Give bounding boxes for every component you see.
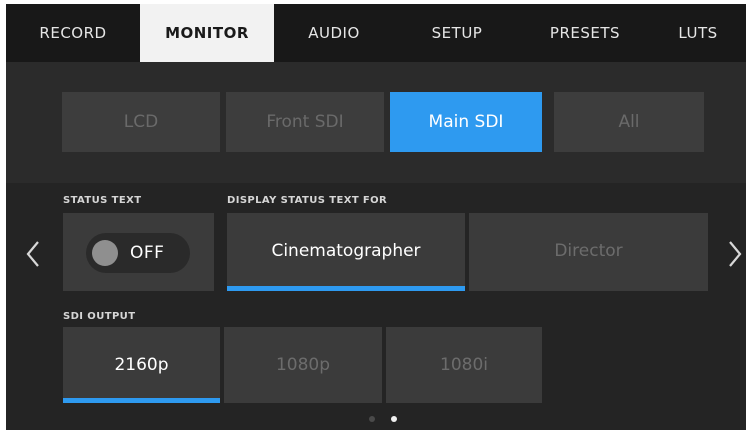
tab-record[interactable]: RECORD bbox=[6, 4, 140, 62]
status-text-control: OFF bbox=[63, 213, 214, 291]
camera-menu-screen: RECORD MONITOR AUDIO SETUP PRESETS LUTS … bbox=[6, 4, 746, 430]
output-all-button[interactable]: All bbox=[554, 92, 704, 152]
toggle-knob bbox=[92, 240, 118, 266]
tab-monitor[interactable]: MONITOR bbox=[140, 4, 274, 62]
display-status-text-for-label: DISPLAY STATUS TEXT FOR bbox=[227, 195, 388, 206]
chevron-left-icon[interactable] bbox=[24, 239, 42, 269]
tab-luts[interactable]: LUTS bbox=[650, 4, 746, 62]
output-lcd-button[interactable]: LCD bbox=[62, 92, 220, 152]
option-cinematographer-button[interactable]: Cinematographer bbox=[227, 213, 465, 291]
tab-audio[interactable]: AUDIO bbox=[274, 4, 394, 62]
page-dot-2[interactable] bbox=[391, 416, 397, 422]
toggle-state-label: OFF bbox=[130, 243, 165, 263]
sdi-1080p-button[interactable]: 1080p bbox=[224, 327, 382, 403]
selected-underline bbox=[63, 398, 220, 403]
tab-bar: RECORD MONITOR AUDIO SETUP PRESETS LUTS bbox=[6, 4, 746, 62]
tab-setup[interactable]: SETUP bbox=[394, 4, 520, 62]
settings-panel: STATUS TEXT OFF DISPLAY STATUS TEXT FOR … bbox=[6, 183, 746, 430]
sdi-2160p-label: 2160p bbox=[114, 355, 169, 375]
sdi-2160p-button[interactable]: 2160p bbox=[63, 327, 220, 403]
tab-presets[interactable]: PRESETS bbox=[520, 4, 650, 62]
page-dot-1[interactable] bbox=[369, 416, 375, 422]
output-selector-panel: LCD Front SDI Main SDI All bbox=[6, 62, 746, 183]
sdi-output-label: SDI OUTPUT bbox=[63, 311, 136, 322]
output-front-sdi-button[interactable]: Front SDI bbox=[226, 92, 384, 152]
sdi-1080p-label: 1080p bbox=[275, 355, 331, 375]
status-text-toggle[interactable]: OFF bbox=[86, 233, 190, 273]
option-director-button[interactable]: Director bbox=[469, 213, 708, 291]
sdi-1080i-label: 1080i bbox=[440, 355, 488, 375]
option-cinematographer-label: Cinematographer bbox=[271, 241, 421, 261]
chevron-right-icon[interactable] bbox=[726, 239, 744, 269]
selected-underline bbox=[227, 286, 465, 291]
option-director-label: Director bbox=[554, 241, 623, 261]
sdi-1080i-button[interactable]: 1080i bbox=[386, 327, 542, 403]
output-main-sdi-button[interactable]: Main SDI bbox=[390, 92, 542, 152]
status-text-label: STATUS TEXT bbox=[63, 195, 142, 206]
